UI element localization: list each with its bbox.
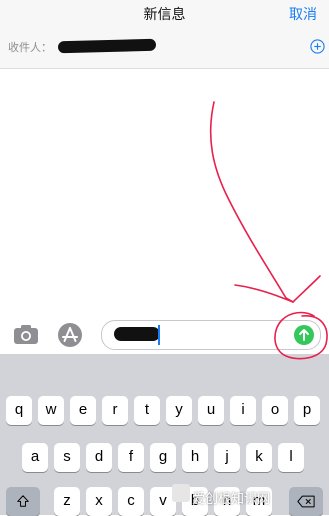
key-x[interactable]: x	[86, 487, 112, 516]
shift-arrow-icon	[17, 495, 29, 507]
key-z[interactable]: z	[54, 487, 80, 516]
keyboard: q w e r t y u i o p a s d f g h j k l z …	[0, 354, 329, 516]
watermark-logo	[172, 484, 190, 502]
key-j[interactable]: j	[214, 443, 240, 472]
text-cursor	[158, 325, 160, 345]
key-f[interactable]: f	[118, 443, 144, 472]
add-contact-icon[interactable]	[310, 39, 325, 54]
conversation-area	[0, 69, 329, 314]
key-y[interactable]: y	[166, 396, 192, 425]
key-h[interactable]: h	[182, 443, 208, 472]
message-input[interactable]	[101, 320, 321, 350]
send-arrow-icon[interactable]	[294, 325, 314, 345]
navigation-bar: 新信息 取消	[0, 0, 329, 28]
recipient-row: 收件人：	[0, 28, 329, 69]
key-o[interactable]: o	[262, 396, 288, 425]
delete-key[interactable]	[289, 487, 323, 516]
key-l[interactable]: l	[278, 443, 304, 472]
shift-key[interactable]	[6, 487, 40, 516]
cancel-button[interactable]: 取消	[289, 4, 317, 24]
key-s[interactable]: s	[54, 443, 80, 472]
app-store-icon[interactable]	[57, 322, 83, 348]
key-i[interactable]: i	[230, 396, 256, 425]
key-p[interactable]: p	[294, 396, 320, 425]
camera-icon[interactable]	[13, 323, 39, 345]
redacted-message-text	[114, 327, 160, 341]
backspace-icon	[297, 495, 315, 508]
key-g[interactable]: g	[150, 443, 176, 472]
page-title: 新信息	[143, 7, 186, 23]
key-k[interactable]: k	[246, 443, 272, 472]
key-d[interactable]: d	[86, 443, 112, 472]
message-input-bar	[0, 314, 329, 354]
key-c[interactable]: c	[118, 487, 144, 516]
key-a[interactable]: a	[22, 443, 48, 472]
key-e[interactable]: e	[70, 396, 96, 425]
watermark: 爱创根知识网	[192, 492, 271, 507]
key-t[interactable]: t	[134, 396, 160, 425]
key-r[interactable]: r	[102, 396, 128, 425]
key-u[interactable]: u	[198, 396, 224, 425]
recipient-label: 收件人：	[8, 41, 52, 54]
key-w[interactable]: w	[38, 396, 64, 425]
key-q[interactable]: q	[6, 396, 32, 425]
redacted-recipient	[57, 38, 157, 54]
